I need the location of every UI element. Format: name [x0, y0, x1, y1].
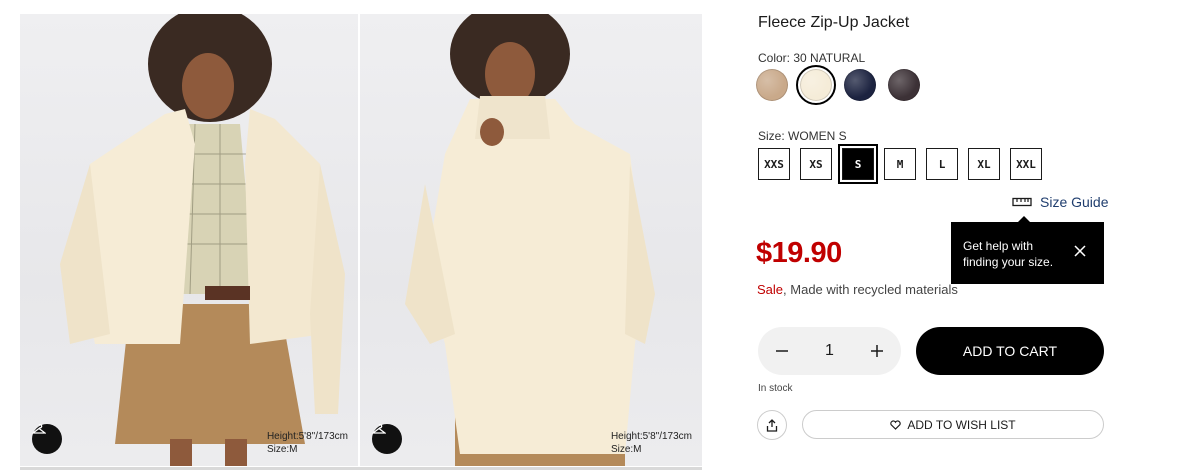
model-height: Height:5'8"/173cm	[266, 431, 348, 442]
color-swatch-dark-brown[interactable]	[888, 69, 920, 101]
size-option-xs[interactable]: XS	[800, 148, 832, 180]
price: $19.90	[756, 237, 842, 269]
sale-info: Sale, Made with recycled materials	[757, 282, 958, 297]
share-icon	[766, 418, 778, 432]
product-gallery: Height:5'8"/173cm Size:M Height:5'8"/173…	[20, 14, 702, 470]
color-label: Color: 30 NATURAL	[758, 51, 866, 65]
add-to-cart-button[interactable]: ADD TO CART	[916, 327, 1104, 375]
minus-icon	[776, 350, 788, 352]
add-to-wishlist-button[interactable]: ADD TO WISH LIST	[802, 410, 1104, 439]
color-swatches	[756, 65, 920, 105]
stock-status: In stock	[758, 383, 793, 394]
wishlist-label: ADD TO WISH LIST	[907, 417, 1016, 432]
size-options: XXS XS S M L XL XXL	[758, 144, 1042, 184]
product-photo-front-zipped[interactable]: Height:5'8"/173cm Size:M	[360, 14, 702, 466]
model-info-caption: Height:5'8"/173cm Size:M	[611, 430, 692, 456]
size-option-l[interactable]: L	[926, 148, 958, 180]
size-guide-link[interactable]: Size Guide	[1012, 194, 1108, 210]
quantity-value[interactable]: 1	[825, 342, 834, 360]
sale-badge: Sale	[757, 282, 784, 297]
model-height: Height:5'8"/173cm	[610, 431, 692, 442]
decrease-quantity-button[interactable]	[772, 341, 792, 361]
size-option-s[interactable]: S	[838, 144, 878, 184]
size-option-xxs[interactable]: XXS	[758, 148, 790, 180]
color-swatch-navy[interactable]	[844, 69, 876, 101]
hanger-icon	[32, 424, 46, 434]
tooltip-text-line2: finding your size.	[963, 255, 1054, 269]
increase-quantity-button[interactable]	[867, 341, 887, 361]
model-photo-illustration	[405, 14, 655, 466]
model-size: Size:M	[266, 444, 298, 455]
size-label: Size: WOMEN S	[758, 129, 847, 143]
model-photo-illustration	[60, 14, 345, 466]
model-info-button[interactable]	[32, 424, 62, 454]
share-button[interactable]	[757, 410, 787, 440]
model-size: Size:M	[610, 444, 642, 455]
ruler-icon	[1012, 197, 1032, 207]
close-icon[interactable]	[1074, 245, 1086, 261]
size-guide-label: Size Guide	[1040, 194, 1109, 210]
product-title: Fleece Zip-Up Jacket	[758, 14, 910, 31]
heart-icon	[890, 419, 902, 430]
size-help-tooltip: Get help with finding your size.	[951, 216, 1104, 284]
color-swatch-beige[interactable]	[756, 69, 788, 101]
color-swatch-natural[interactable]	[796, 65, 836, 105]
product-photo-front-open[interactable]: Height:5'8"/173cm Size:M	[20, 14, 358, 466]
sale-note: , Made with recycled materials	[783, 282, 958, 297]
hanger-icon	[372, 424, 386, 434]
plus-icon	[871, 345, 883, 357]
model-info-button[interactable]	[372, 424, 402, 454]
tooltip-text-line1: Get help with	[963, 239, 1034, 253]
size-option-m[interactable]: M	[884, 148, 916, 180]
quantity-stepper: 1	[758, 327, 901, 375]
model-info-caption: Height:5'8"/173cm Size:M	[267, 430, 348, 456]
size-option-xxl[interactable]: XXL	[1010, 148, 1042, 180]
size-option-xl[interactable]: XL	[968, 148, 1000, 180]
